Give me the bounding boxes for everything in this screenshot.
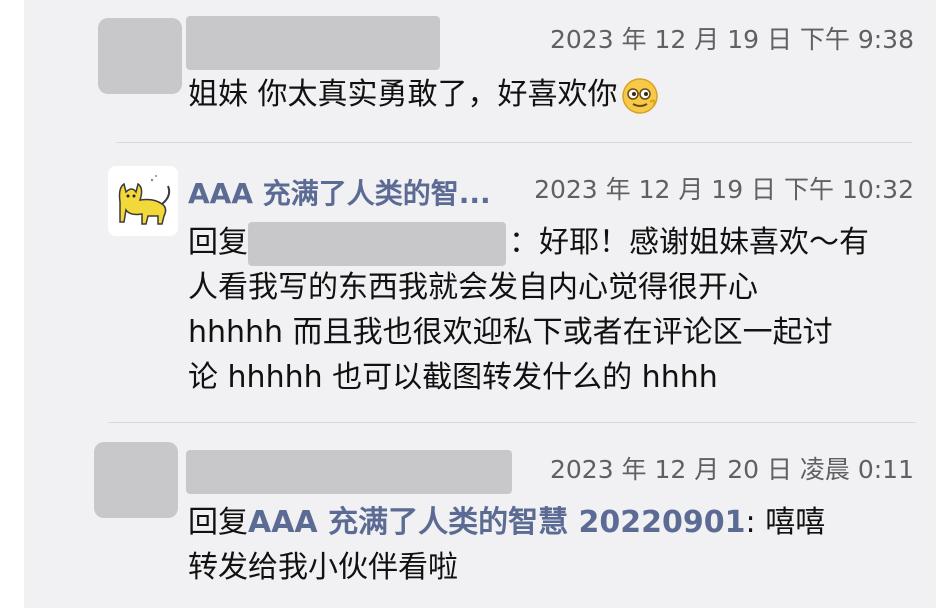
avatar-redacted[interactable] — [98, 18, 182, 94]
comment-divider — [116, 142, 912, 143]
avatar[interactable] — [108, 166, 178, 236]
comment-divider — [108, 422, 916, 423]
reply-target-redacted[interactable] — [248, 221, 506, 266]
yellow-cat-icon — [108, 166, 178, 236]
comment-line: 论 hhhhh 也可以截图转发什么的 hhhh — [188, 360, 718, 395]
comment-line: hhhhh 而且我也很欢迎私下或者在评论区一起讨 — [188, 315, 833, 350]
comment-timestamp: 2023 年 12 月 20 日 凌晨 0:11 — [549, 455, 914, 484]
comment-body: 姐妹 你太真实勇敢了，好喜欢你 — [188, 77, 618, 112]
comment-username[interactable]: AAA 充满了人类的智... — [188, 172, 491, 212]
comment-line: ：好耶！感谢姐妹喜欢～有 — [509, 225, 869, 260]
comment-text[interactable]: 姐妹 你太真实勇敢了，好喜欢你 — [188, 72, 660, 117]
nerd-face-emoji-icon — [621, 77, 658, 114]
comment-text[interactable]: 回复 ：好耶！感谢姐妹喜欢～有 — [188, 220, 869, 266]
comment-text[interactable]: 回复AAA 充满了人类的智慧 20220901: 嘻嘻 — [188, 500, 825, 545]
username-redacted[interactable] — [186, 450, 512, 494]
comment-timestamp: 2023 年 12 月 19 日 下午 9:38 — [549, 25, 914, 54]
comment-line: 转发给我小伙伴看啦 — [188, 550, 458, 585]
avatar-redacted[interactable] — [94, 442, 178, 518]
username-redacted[interactable] — [186, 16, 440, 70]
reply-target-link[interactable]: AAA 充满了人类的智慧 20220901 — [248, 505, 746, 540]
comment-line: : 嘻嘻 — [745, 505, 826, 540]
comment-panel: 2023 年 12 月 19 日 下午 9:38 姐妹 你太真实勇敢了，好喜欢你… — [24, 0, 936, 608]
comment-timestamp: 2023 年 12 月 19 日 下午 10:32 — [534, 175, 914, 204]
reply-prefix: 回复 — [188, 225, 248, 260]
reply-prefix: 回复 — [188, 505, 248, 540]
comment-line: 人看我写的东西我就会发自内心觉得很开心 — [188, 270, 758, 305]
